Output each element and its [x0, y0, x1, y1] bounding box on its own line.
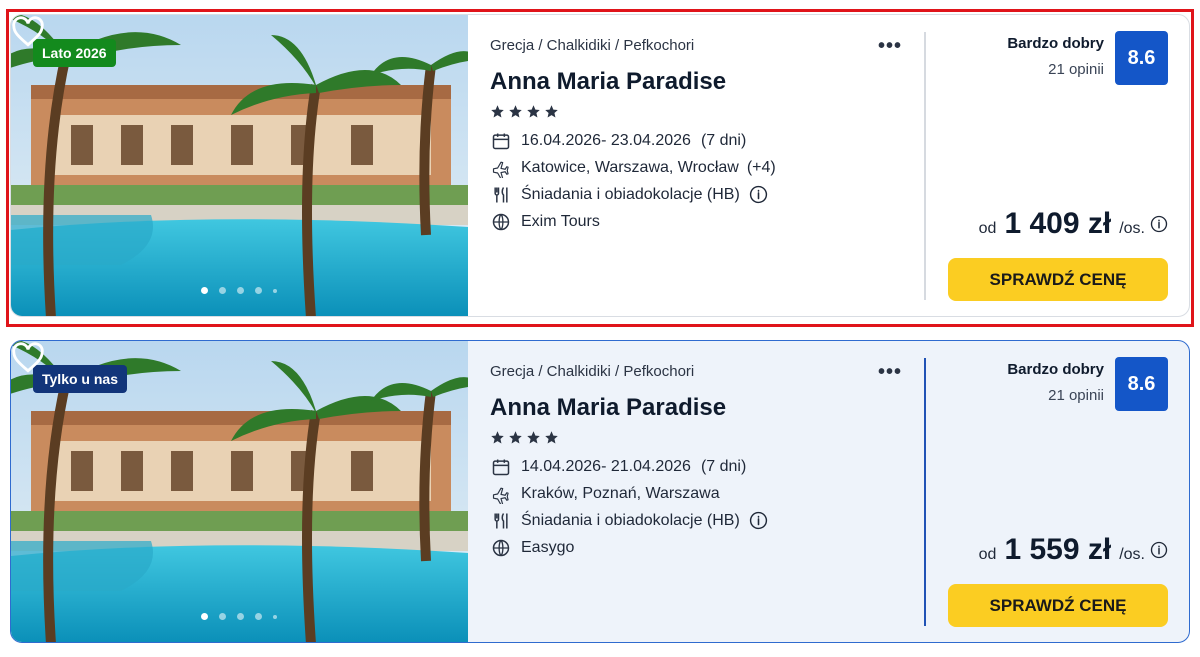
- price-panel: Bardzo dobry 21 opinii 8.6 od 1 559 zł /…: [924, 341, 1189, 642]
- trip-length: (7 dni): [700, 457, 747, 475]
- gallery-dot[interactable]: [201, 287, 208, 294]
- gallery-dot[interactable]: [201, 613, 208, 620]
- tour-operator: Exim Tours: [521, 212, 600, 230]
- hotel-photo[interactable]: Tylko u nas: [11, 341, 468, 642]
- gallery-dot[interactable]: [237, 613, 244, 620]
- star-icon: [527, 431, 540, 444]
- dates-row: 14.04.2026- 21.04.2026 (7 dni): [490, 453, 924, 480]
- price-amount: 1 409 zł: [1004, 207, 1112, 240]
- star-icon: [509, 431, 522, 444]
- rating-label: Bardzo dobry: [1007, 35, 1104, 52]
- globe-icon: [490, 537, 512, 559]
- travel-dates: 16.04.2026- 23.04.2026: [521, 131, 691, 149]
- gallery-dot[interactable]: [255, 287, 262, 294]
- more-dots-icon[interactable]: •••: [878, 35, 902, 58]
- heart-icon[interactable]: [11, 341, 45, 375]
- price-unit: /os.: [1119, 546, 1145, 563]
- reviews-count[interactable]: 21 opinii: [1048, 387, 1104, 404]
- gallery-dot[interactable]: [219, 287, 226, 294]
- info-icon[interactable]: [749, 185, 768, 204]
- info-icon[interactable]: [749, 511, 768, 530]
- price-from-label: od: [978, 220, 997, 237]
- gallery-dot[interactable]: [273, 614, 277, 619]
- board-type: Śniadania i obiadokolacje (HB): [521, 185, 740, 203]
- star-icon: [491, 431, 504, 444]
- departure-row: Katowice, Warszawa, Wrocław (+4): [490, 154, 924, 181]
- travel-dates: 14.04.2026- 21.04.2026: [521, 457, 691, 475]
- price-block: od 1 559 zł /os.: [979, 533, 1168, 567]
- star-icon: [509, 105, 522, 118]
- cutlery-icon: [490, 184, 512, 206]
- info-icon[interactable]: [1150, 215, 1168, 233]
- plane-icon: [490, 157, 512, 179]
- trip-length: (7 dni): [700, 131, 747, 149]
- price-amount: 1 559 zł: [1004, 533, 1112, 566]
- offer-details: Grecja / Chalkidiki / Pefkochori ••• Ann…: [468, 15, 924, 316]
- operator-row: Easygo: [490, 534, 924, 561]
- offer-details: Grecja / Chalkidiki / Pefkochori ••• Ann…: [468, 341, 924, 642]
- gallery-pagination[interactable]: [201, 613, 277, 620]
- check-price-button[interactable]: SPRAWDŹ CENĘ: [948, 584, 1168, 627]
- price-unit: /os.: [1119, 220, 1145, 237]
- calendar-icon: [490, 456, 512, 478]
- price-from-label: od: [978, 546, 997, 563]
- hotel-stars: [490, 430, 924, 445]
- rating-label: Bardzo dobry: [1007, 361, 1104, 378]
- star-icon: [491, 105, 504, 118]
- departure-cities: Kraków, Poznań, Warszawa: [521, 484, 720, 502]
- board-row: Śniadania i obiadokolacje (HB): [490, 507, 924, 534]
- offer-card[interactable]: Lato 2026 Grecja / Chalkidiki / Pefkocho…: [10, 14, 1190, 317]
- check-price-button[interactable]: SPRAWDŹ CENĘ: [948, 258, 1168, 301]
- dates-row: 16.04.2026- 23.04.2026 (7 dni): [490, 127, 924, 154]
- location-breadcrumb[interactable]: Grecja / Chalkidiki / Pefkochori: [490, 363, 924, 380]
- board-type: Śniadania i obiadokolacje (HB): [521, 511, 740, 529]
- gallery-dot[interactable]: [273, 288, 277, 293]
- rating-score-badge[interactable]: 8.6: [1115, 357, 1168, 411]
- info-icon[interactable]: [1150, 541, 1168, 559]
- hotel-name[interactable]: Anna Maria Paradise: [490, 394, 924, 422]
- operator-row: Exim Tours: [490, 208, 924, 235]
- gallery-dot[interactable]: [237, 287, 244, 294]
- price-block: od 1 409 zł /os.: [979, 207, 1168, 241]
- gallery-dot[interactable]: [219, 613, 226, 620]
- globe-icon: [490, 211, 512, 233]
- star-icon: [527, 105, 540, 118]
- gallery-pagination[interactable]: [201, 287, 277, 294]
- offer-card[interactable]: Tylko u nas Grecja / Chalkidiki / Pefkoc…: [10, 340, 1190, 643]
- star-icon: [545, 431, 558, 444]
- location-breadcrumb[interactable]: Grecja / Chalkidiki / Pefkochori: [490, 37, 924, 54]
- hotel-name[interactable]: Anna Maria Paradise: [490, 68, 924, 96]
- departure-row: Kraków, Poznań, Warszawa: [490, 480, 924, 507]
- departure-cities: Katowice, Warszawa, Wrocław: [521, 158, 739, 176]
- board-row: Śniadania i obiadokolacje (HB): [490, 181, 924, 208]
- tour-operator: Easygo: [521, 538, 575, 556]
- cutlery-icon: [490, 510, 512, 532]
- calendar-icon: [490, 130, 512, 152]
- promo-badge: Tylko u nas: [33, 365, 127, 393]
- heart-icon[interactable]: [11, 15, 45, 49]
- plane-icon: [490, 483, 512, 505]
- star-icon: [545, 105, 558, 118]
- more-departures-link[interactable]: (+4): [747, 159, 776, 177]
- hotel-stars: [490, 104, 924, 119]
- gallery-dot[interactable]: [255, 613, 262, 620]
- more-dots-icon[interactable]: •••: [878, 361, 902, 384]
- price-panel: Bardzo dobry 21 opinii 8.6 od 1 409 zł /…: [924, 15, 1189, 316]
- reviews-count[interactable]: 21 opinii: [1048, 61, 1104, 78]
- rating-score-badge[interactable]: 8.6: [1115, 31, 1168, 85]
- hotel-photo[interactable]: Lato 2026: [11, 15, 468, 316]
- promo-badge: Lato 2026: [33, 39, 116, 67]
